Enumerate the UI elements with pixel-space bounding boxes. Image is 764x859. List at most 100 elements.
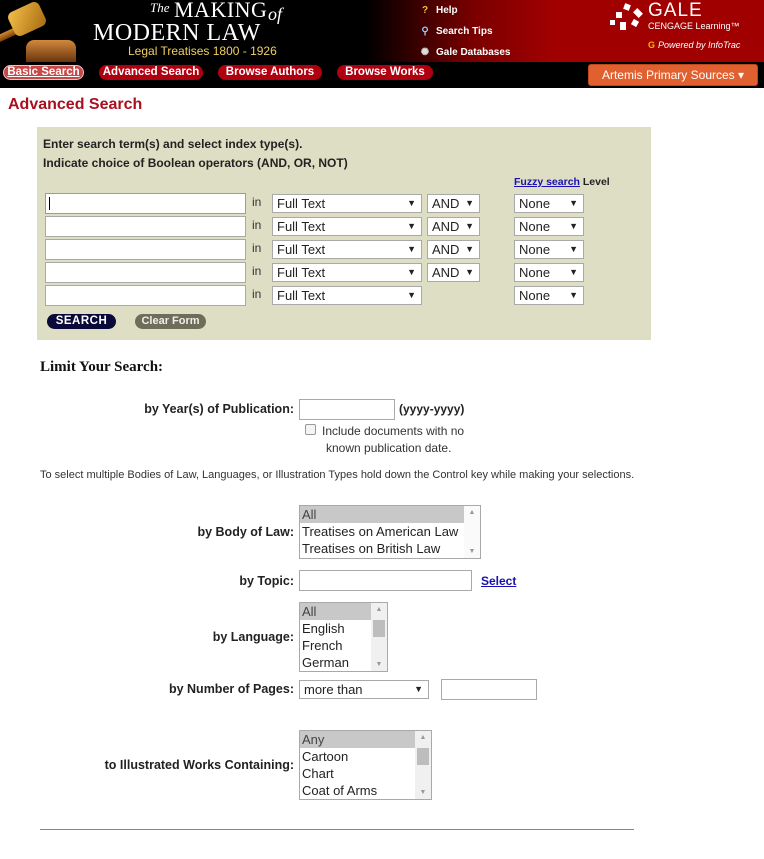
include-undated-label-2: known publication date. xyxy=(326,441,452,455)
listbox-option[interactable]: All xyxy=(300,506,480,523)
dropdown-arrow-icon: ▼ xyxy=(465,267,474,277)
scroll-up-icon[interactable]: ▲ xyxy=(464,509,480,516)
dropdown-arrow-icon: ▼ xyxy=(407,244,416,254)
listbox-option[interactable]: Coat of Arms xyxy=(300,782,431,799)
scroll-down-icon[interactable]: ▼ xyxy=(464,548,480,555)
index-type-select[interactable]: Full Text ▼ xyxy=(272,194,422,213)
pages-comparator-select[interactable]: more than ▼ xyxy=(299,680,429,699)
listbox-option[interactable]: Chart xyxy=(300,765,431,782)
search-button[interactable]: SEARCH xyxy=(47,314,116,329)
in-label: in xyxy=(252,264,262,278)
scrollbar[interactable]: ▲ ▼ xyxy=(464,506,480,558)
gale-databases-link[interactable]: ✺ Gale Databases xyxy=(418,42,511,63)
scrollbar[interactable]: ▲ ▼ xyxy=(415,731,431,799)
illustrated-works-listbox[interactable]: Any Cartoon Chart Coat of Arms ▲ ▼ xyxy=(299,730,432,800)
logo-of: of xyxy=(268,4,283,24)
fuzzy-level-select[interactable]: None ▼ xyxy=(514,286,584,305)
infotrac-icon: G xyxy=(648,40,656,50)
search-term-input[interactable] xyxy=(45,285,246,306)
tab-advanced-search[interactable]: Advanced Search xyxy=(99,65,203,80)
fuzzy-level-select[interactable]: None ▼ xyxy=(514,194,584,213)
section-divider xyxy=(40,829,634,830)
include-undated-checkbox[interactable] xyxy=(305,424,316,435)
boolean-operator-select[interactable]: AND ▼ xyxy=(427,240,480,259)
topic-input[interactable] xyxy=(299,570,472,591)
dropdown-arrow-icon: ▼ xyxy=(569,198,578,208)
year-format-hint: (yyyy-yyyy) xyxy=(399,402,465,416)
scroll-up-icon[interactable]: ▲ xyxy=(415,734,431,741)
fuzzy-level-select[interactable]: None ▼ xyxy=(514,217,584,236)
search-term-input[interactable] xyxy=(45,262,246,283)
dropdown-arrow-icon: ▼ xyxy=(407,290,416,300)
artemis-primary-sources-dropdown[interactable]: Artemis Primary Sources ▾ xyxy=(588,64,758,86)
index-type-select[interactable]: Full Text ▼ xyxy=(272,263,422,282)
body-of-law-label: by Body of Law: xyxy=(197,525,294,539)
index-type-select[interactable]: Full Text ▼ xyxy=(272,286,422,305)
powered-by-label: Powered by InfoTrac xyxy=(658,40,741,50)
dropdown-arrow-icon: ▼ xyxy=(465,198,474,208)
dropdown-arrow-icon: ▼ xyxy=(414,684,423,694)
in-label: in xyxy=(252,241,262,255)
scrollbar[interactable]: ▲ ▼ xyxy=(371,603,387,671)
boolean-operator-select[interactable]: AND ▼ xyxy=(427,217,480,236)
scrollbar-thumb[interactable] xyxy=(417,748,429,765)
logo-modern-law: MODERN LAW xyxy=(93,20,261,46)
topic-select-link[interactable]: Select xyxy=(481,574,516,588)
index-type-select[interactable]: Full Text ▼ xyxy=(272,217,422,236)
index-type-select[interactable]: Full Text ▼ xyxy=(272,240,422,259)
site-header: The MAKING of MODERN LAW Legal Treatises… xyxy=(0,0,764,62)
search-term-input[interactable] xyxy=(45,216,246,237)
databases-icon: ✺ xyxy=(420,47,430,58)
listbox-option[interactable]: Treatises on British Law xyxy=(300,540,480,557)
tab-basic-search[interactable]: Basic Search xyxy=(3,65,84,80)
multi-select-hint: To select multiple Bodies of Law, Langua… xyxy=(40,469,635,481)
tab-browse-authors[interactable]: Browse Authors xyxy=(218,65,322,80)
dropdown-arrow-icon: ▼ xyxy=(465,244,474,254)
fuzzy-search-link[interactable]: Fuzzy search xyxy=(514,176,580,188)
scroll-down-icon[interactable]: ▼ xyxy=(371,661,387,668)
help-icon: ? xyxy=(421,5,429,16)
language-label: by Language: xyxy=(212,630,294,644)
help-link[interactable]: ? Help xyxy=(418,0,511,21)
search-term-input[interactable] xyxy=(45,193,246,214)
listbox-option[interactable]: Any xyxy=(300,731,431,748)
search-term-input[interactable] xyxy=(45,239,246,260)
scroll-up-icon[interactable]: ▲ xyxy=(371,606,387,613)
search-tips-link[interactable]: ⚲ Search Tips xyxy=(418,21,511,42)
gavel-logo-image xyxy=(0,0,90,62)
nav-bar: Basic Search Advanced Search Browse Auth… xyxy=(0,62,764,88)
scroll-down-icon[interactable]: ▼ xyxy=(415,789,431,796)
search-instructions: Enter search term(s) and select index ty… xyxy=(43,135,348,173)
in-label: in xyxy=(252,218,262,232)
dropdown-arrow-icon: ▼ xyxy=(569,244,578,254)
dropdown-arrow-icon: ▼ xyxy=(407,221,416,231)
topic-label: by Topic: xyxy=(239,574,294,588)
search-panel: Enter search term(s) and select index ty… xyxy=(37,127,651,340)
fuzzy-level-select[interactable]: None ▼ xyxy=(514,240,584,259)
year-label: by Year(s) of Publication: xyxy=(144,402,294,416)
pages-label: by Number of Pages: xyxy=(168,682,294,696)
listbox-option[interactable]: Cartoon xyxy=(300,748,431,765)
listbox-option[interactable]: Treatises on American Law xyxy=(300,523,480,540)
illustrated-works-label: to Illustrated Works Containing: xyxy=(104,758,294,772)
fuzzy-level-label: Level xyxy=(582,176,610,188)
dropdown-arrow-icon: ▼ xyxy=(407,267,416,277)
scrollbar-thumb[interactable] xyxy=(373,620,385,637)
fuzzy-level-select[interactable]: None ▼ xyxy=(514,263,584,282)
header-links: ? Help ⚲ Search Tips ✺ Gale Databases xyxy=(418,0,511,63)
gale-logo-icon xyxy=(610,3,644,30)
help-link-label: Help xyxy=(436,5,458,16)
body-of-law-listbox[interactable]: All Treatises on American Law Treatises … xyxy=(299,505,481,559)
dropdown-arrow-icon: ▼ xyxy=(407,198,416,208)
boolean-operator-select[interactable]: AND ▼ xyxy=(427,194,480,213)
language-listbox[interactable]: All English French German ▲ ▼ xyxy=(299,602,388,672)
clear-form-button[interactable]: Clear Form xyxy=(135,314,206,329)
boolean-operator-select[interactable]: AND ▼ xyxy=(427,263,480,282)
year-input[interactable] xyxy=(299,399,395,420)
powered-by-infotrac: G Powered by InfoTrac xyxy=(648,40,740,50)
magnifier-icon: ⚲ xyxy=(421,26,429,37)
page-title: Advanced Search xyxy=(8,96,143,113)
tab-browse-works[interactable]: Browse Works xyxy=(337,65,433,80)
pages-input[interactable] xyxy=(441,679,537,700)
limit-search-heading: Limit Your Search: xyxy=(40,359,164,375)
